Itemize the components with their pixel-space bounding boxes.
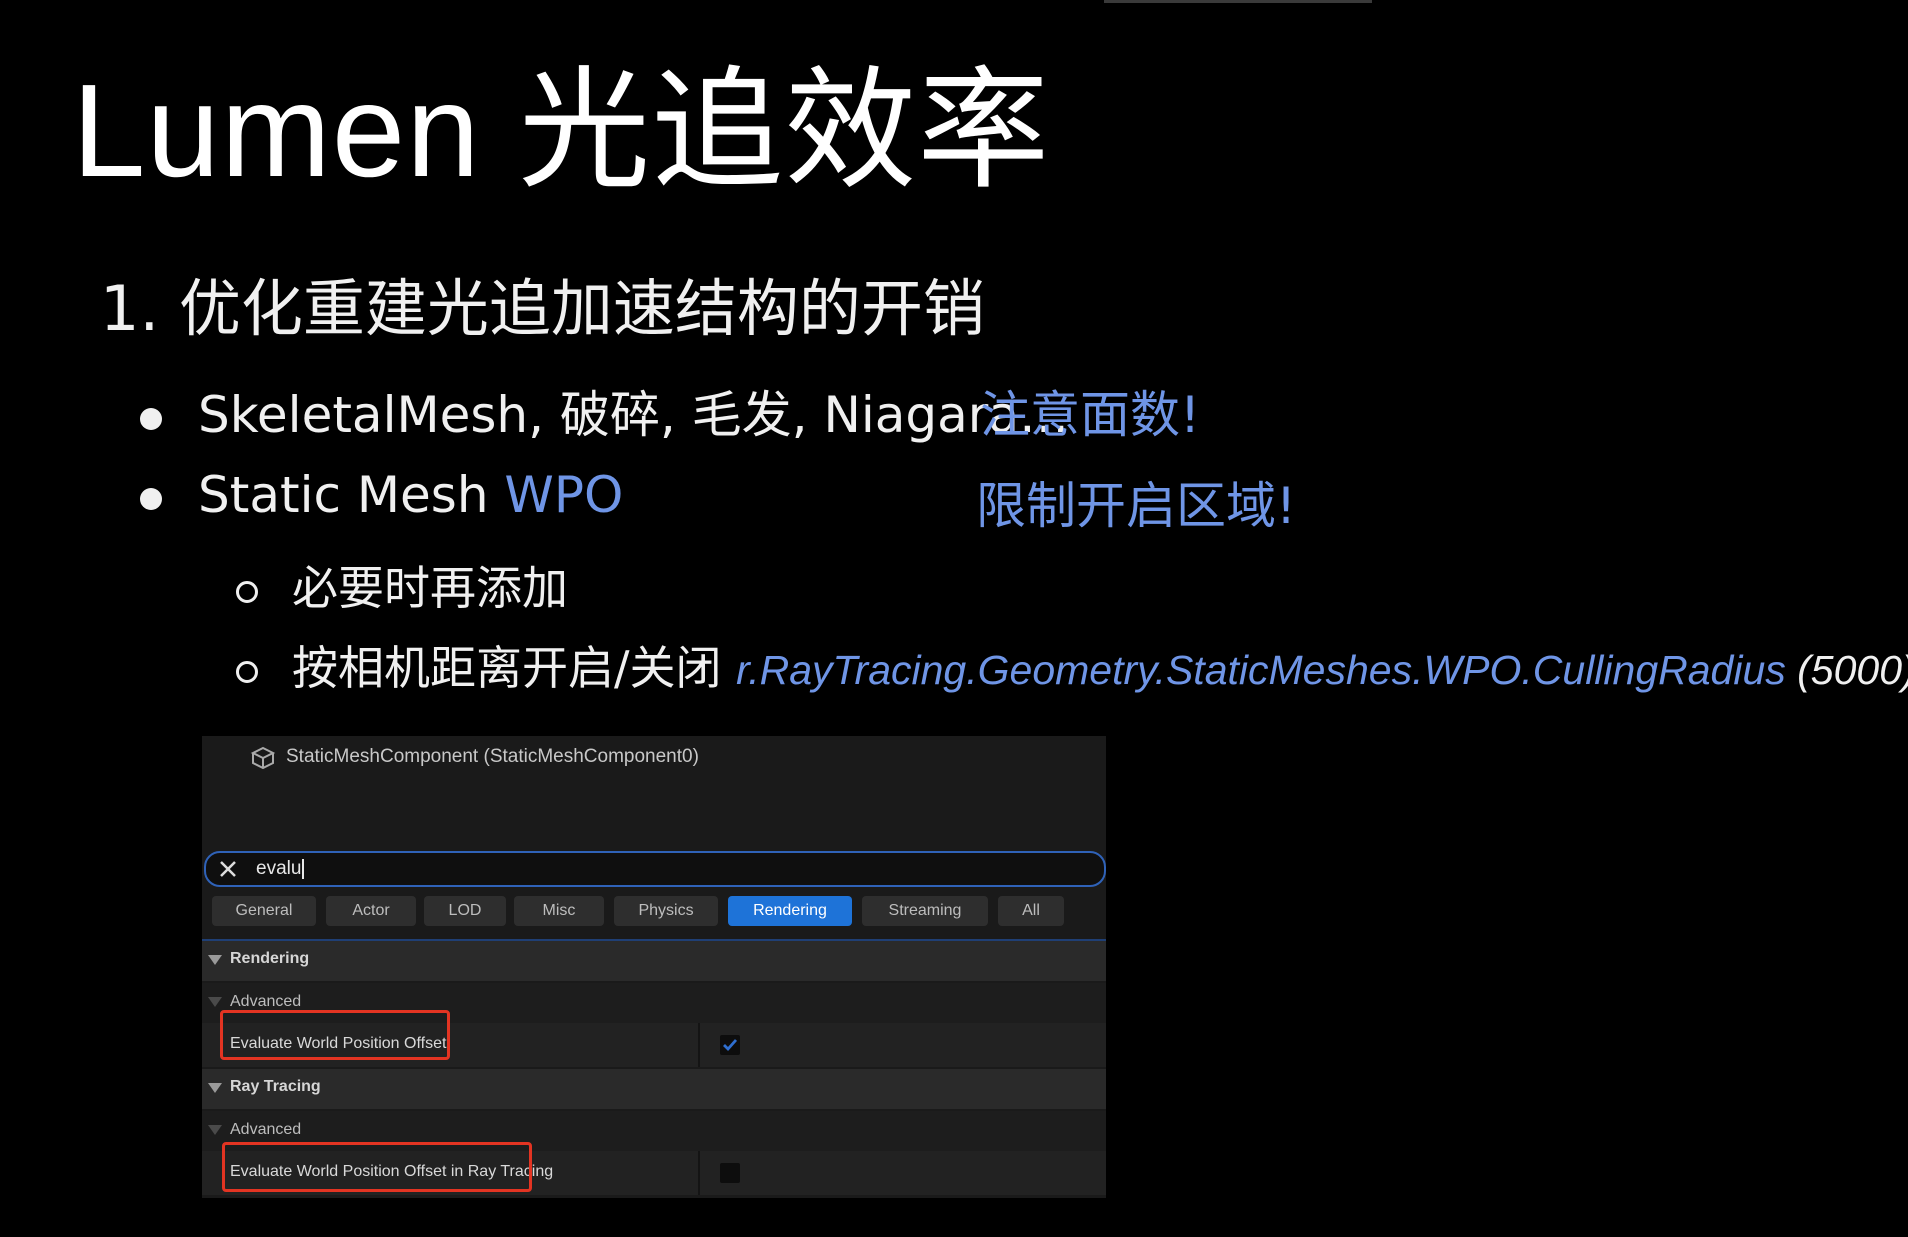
- title-cjk: 光追效率: [518, 54, 1051, 208]
- tab-misc[interactable]: Misc: [514, 896, 604, 926]
- tab-actor[interactable]: Actor: [326, 896, 416, 926]
- evaluate-wpo-ray-tracing-checkbox[interactable]: [720, 1163, 740, 1183]
- tab-rendering[interactable]: Rendering: [728, 896, 852, 926]
- chevron-down-icon[interactable]: [208, 997, 222, 1007]
- subbullet-text: 按相机距离开启/关闭: [292, 641, 737, 695]
- chevron-down-icon[interactable]: [208, 1125, 222, 1135]
- details-panel: StaticMeshComponent (StaticMeshComponent…: [202, 736, 1106, 1198]
- category-label: Ray Tracing: [230, 1078, 321, 1095]
- category-label: Rendering: [230, 950, 310, 967]
- bullet-item: Static Mesh WPO: [140, 466, 623, 524]
- bullet-item: SkeletalMesh, 破碎, 毛发, Niagara…: [140, 375, 1069, 447]
- subbullet-text: 必要时再添加: [292, 561, 568, 615]
- checkmark-icon: [723, 1039, 738, 1052]
- page-title: Lumen 光追效率: [72, 24, 1050, 215]
- evaluate-wpo-checkbox[interactable]: [720, 1035, 740, 1055]
- section-heading: 1. 优化重建光追加速结构的开销: [100, 272, 985, 345]
- tab-lod[interactable]: LOD: [424, 896, 506, 926]
- highlight-box: [220, 1010, 450, 1060]
- tab-streaming[interactable]: Streaming: [862, 896, 988, 926]
- title-latin: Lumen: [72, 57, 519, 204]
- chevron-down-icon[interactable]: [208, 1083, 222, 1093]
- search-value: evalu: [256, 858, 302, 879]
- highlight-box: [222, 1142, 532, 1192]
- component-title: StaticMeshComponent (StaticMeshComponent…: [286, 746, 699, 767]
- subbullet-ring-icon: [236, 580, 258, 603]
- component-cubes-icon: [250, 746, 276, 770]
- top-bar-strip: [1104, 0, 1372, 3]
- tab-all[interactable]: All: [998, 896, 1064, 926]
- tab-general[interactable]: General: [212, 896, 316, 926]
- tab-physics[interactable]: Physics: [614, 896, 718, 926]
- bullet-text: Static Mesh: [198, 466, 505, 524]
- category-ray-tracing[interactable]: Ray Tracing: [202, 1069, 1106, 1109]
- bullet-text: SkeletalMesh, 破碎, 毛发, Niagara…: [198, 386, 1069, 444]
- subbullet-item: 按相机距离开启/关闭 r.RayTracing.Geometry.StaticM…: [236, 632, 1908, 698]
- chevron-down-icon[interactable]: [208, 955, 222, 965]
- subbullet-item: 必要时再添加: [236, 552, 568, 618]
- bullet-highlight: WPO: [504, 466, 624, 524]
- search-input[interactable]: evalu: [204, 851, 1106, 887]
- bullet-note: 限制开启区域!: [976, 477, 1297, 535]
- close-icon[interactable]: [216, 857, 240, 881]
- bullet-dot-icon: [140, 407, 162, 430]
- subcategory-label: Advanced: [230, 993, 302, 1010]
- cvar-name: r.RayTracing.Geometry.StaticMeshes.WPO.C…: [736, 647, 1786, 693]
- subcategory-label: Advanced: [230, 1121, 302, 1138]
- cvar-value: (5000): [1785, 647, 1908, 693]
- bullet-dot-icon: [140, 487, 162, 510]
- bullet-note: 注意面数!: [980, 386, 1201, 444]
- subbullet-ring-icon: [236, 661, 258, 683]
- category-rendering[interactable]: Rendering: [202, 941, 1106, 981]
